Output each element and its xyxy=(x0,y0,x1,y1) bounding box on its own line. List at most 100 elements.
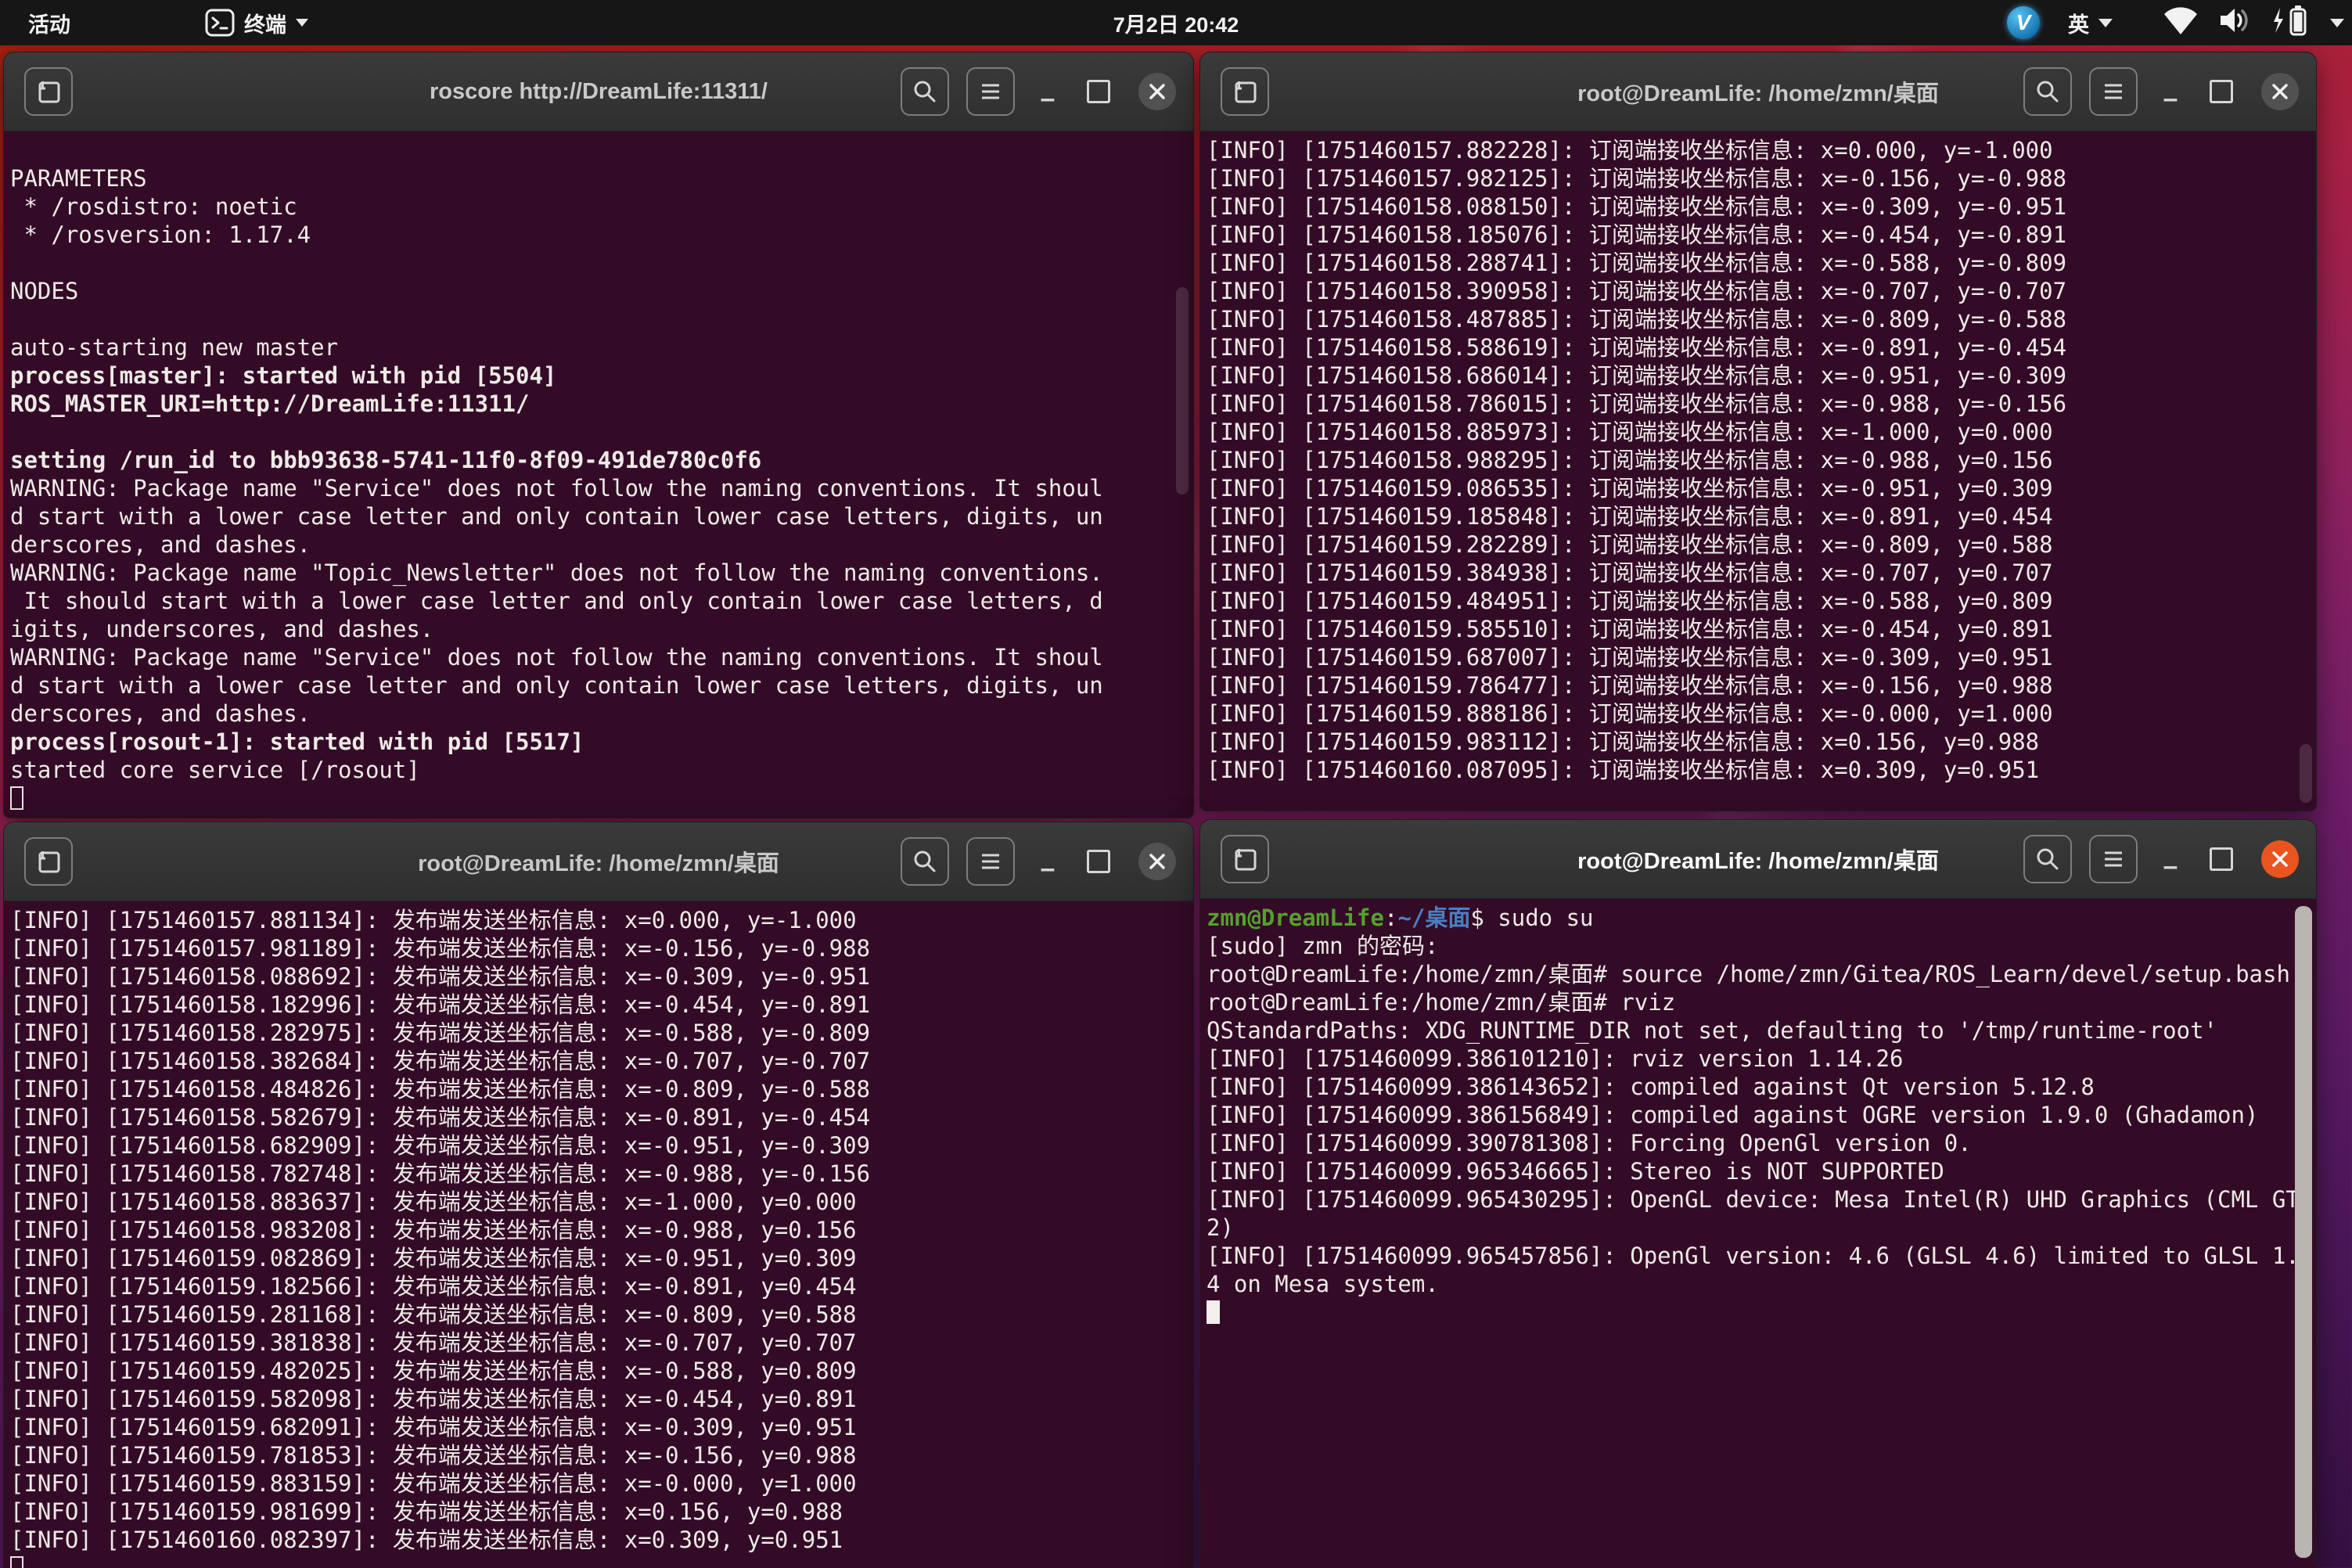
scrollbar-thumb[interactable] xyxy=(2295,906,2312,1558)
terminal-line: It should start with a lower case letter… xyxy=(10,587,1193,615)
close-button[interactable] xyxy=(1138,843,1176,880)
wifi-icon xyxy=(2163,5,2199,41)
new-tab-button[interactable] xyxy=(24,837,73,886)
terminal-line: [INFO] [1751460158.088150]: 订阅端接收坐标信息: x… xyxy=(1207,192,2316,221)
search-button[interactable] xyxy=(901,67,949,116)
terminal-cursor xyxy=(10,786,23,810)
v2ray-tray-icon[interactable]: V xyxy=(2007,6,2040,39)
terminal-output[interactable]: zmn@DreamLife:~/桌面$ sudo su[sudo] zmn 的密… xyxy=(1200,899,2316,1568)
input-method-indicator[interactable]: 英 xyxy=(2068,8,2113,38)
terminal-line xyxy=(10,418,1193,446)
terminal-output[interactable]: [INFO] [1751460157.881134]: 发布端发送坐标信息: x… xyxy=(4,901,1193,1568)
terminal-line: [INFO] [1751460159.582098]: 发布端发送坐标信息: x… xyxy=(10,1385,1193,1413)
terminal-line: derscores, and dashes. xyxy=(10,530,1193,559)
terminal-app-icon xyxy=(205,8,235,38)
terminal-line: [INFO] [1751460158.885973]: 订阅端接收坐标信息: x… xyxy=(1207,418,2316,446)
terminal-line: [INFO] [1751460159.981699]: 发布端发送坐标信息: x… xyxy=(10,1498,1193,1526)
terminal-line: [INFO] [1751460099.386156849]: compiled … xyxy=(1207,1101,2316,1129)
volume-icon xyxy=(2217,5,2252,41)
titlebar[interactable]: root@DreamLife: /home/zmn/桌面 – xyxy=(1200,820,2316,899)
minimize-button[interactable]: – xyxy=(2155,77,2186,106)
terminal-line: auto-starting new master xyxy=(10,333,1193,361)
terminal-line: [INFO] [1751460159.182566]: 发布端发送坐标信息: x… xyxy=(10,1272,1193,1300)
activities-button[interactable]: 活动 xyxy=(20,8,78,38)
terminal-line: [INFO] [1751460160.082397]: 发布端发送坐标信息: x… xyxy=(10,1526,1193,1554)
new-tab-button[interactable] xyxy=(24,67,73,116)
terminal-line: [INFO] [1751460159.786477]: 订阅端接收坐标信息: x… xyxy=(1207,671,2316,699)
terminal-line: [INFO] [1751460099.386101210]: rviz vers… xyxy=(1207,1045,2316,1073)
window-title: roscore http://DreamLife:11311/ xyxy=(430,79,768,105)
terminal-line: [INFO] [1751460159.682091]: 发布端发送坐标信息: x… xyxy=(10,1413,1193,1441)
terminal-line: [INFO] [1751460099.965430295]: OpenGL de… xyxy=(1207,1185,2316,1214)
terminal-line: [INFO] [1751460158.782748]: 发布端发送坐标信息: x… xyxy=(10,1160,1193,1188)
terminal-line: ROS_MASTER_URI=http://DreamLife:11311/ xyxy=(10,390,1193,418)
minimize-button[interactable]: – xyxy=(1032,847,1063,876)
close-button[interactable] xyxy=(1138,73,1176,110)
terminal-line xyxy=(10,1554,1193,1568)
terminal-line: 2) xyxy=(1207,1214,2316,1242)
terminal-line: [INFO] [1751460158.185076]: 订阅端接收坐标信息: x… xyxy=(1207,221,2316,249)
terminal-line: [INFO] [1751460158.682909]: 发布端发送坐标信息: x… xyxy=(10,1131,1193,1160)
minimize-button[interactable]: – xyxy=(2155,844,2186,874)
maximize-button[interactable] xyxy=(1087,850,1110,873)
terminal-line xyxy=(10,784,1193,812)
terminal-output[interactable]: PARAMETERS * /rosdistro: noetic * /rosve… xyxy=(4,131,1193,818)
maximize-button[interactable] xyxy=(2210,80,2233,103)
terminal-line: [INFO] [1751460159.185848]: 订阅端接收坐标信息: x… xyxy=(1207,502,2316,530)
terminal-line: QStandardPaths: XDG_RUNTIME_DIR not set,… xyxy=(1207,1016,2316,1045)
titlebar[interactable]: roscore http://DreamLife:11311/ – xyxy=(4,52,1193,131)
terminal-line: d start with a lower case letter and onl… xyxy=(10,671,1193,699)
scrollbar-thumb[interactable] xyxy=(1176,287,1189,494)
terminal-line: [INFO] [1751460158.686014]: 订阅端接收坐标信息: x… xyxy=(1207,361,2316,390)
new-tab-button[interactable] xyxy=(1221,835,1269,883)
terminal-line: [INFO] [1751460159.281168]: 发布端发送坐标信息: x… xyxy=(10,1300,1193,1329)
terminal-line: [INFO] [1751460159.687007]: 订阅端接收坐标信息: x… xyxy=(1207,643,2316,671)
terminal-line: * /rosdistro: noetic xyxy=(10,192,1193,221)
terminal-line: [INFO] [1751460158.582679]: 发布端发送坐标信息: x… xyxy=(10,1103,1193,1131)
maximize-button[interactable] xyxy=(1087,80,1110,103)
close-button[interactable] xyxy=(2261,73,2299,110)
system-status-area[interactable] xyxy=(2163,3,2344,43)
terminal-line: [INFO] [1751460099.390781308]: Forcing O… xyxy=(1207,1129,2316,1157)
minimize-button[interactable]: – xyxy=(1032,77,1063,106)
terminal-line: [INFO] [1751460159.883159]: 发布端发送坐标信息: x… xyxy=(10,1469,1193,1498)
window-roscore: roscore http://DreamLife:11311/ – xyxy=(3,52,1194,818)
terminal-line: [INFO] [1751460158.883637]: 发布端发送坐标信息: x… xyxy=(10,1188,1193,1216)
window-title: root@DreamLife: /home/zmn/桌面 xyxy=(1577,75,1939,108)
menu-button[interactable] xyxy=(966,837,1015,886)
terminal-line: WARNING: Package name "Service" does not… xyxy=(10,474,1193,502)
terminal-line: [INFO] [1751460159.585510]: 订阅端接收坐标信息: x… xyxy=(1207,615,2316,643)
terminal-line: [INFO] [1751460159.482025]: 发布端发送坐标信息: x… xyxy=(10,1357,1193,1385)
terminal-line: PARAMETERS xyxy=(10,164,1193,192)
search-button[interactable] xyxy=(901,837,949,886)
titlebar[interactable]: root@DreamLife: /home/zmn/桌面 – xyxy=(1200,52,2316,131)
chevron-down-icon xyxy=(296,19,308,27)
maximize-button[interactable] xyxy=(2210,847,2233,871)
new-tab-button[interactable] xyxy=(1221,67,1269,116)
search-button[interactable] xyxy=(2023,67,2072,116)
app-menu-terminal[interactable]: 终端 xyxy=(205,8,308,38)
terminal-line: [INFO] [1751460158.390958]: 订阅端接收坐标信息: x… xyxy=(1207,277,2316,305)
terminal-cursor xyxy=(1207,1300,1220,1324)
terminal-line: [INFO] [1751460158.182996]: 发布端发送坐标信息: x… xyxy=(10,991,1193,1019)
terminal-output[interactable]: [INFO] [1751460157.882228]: 订阅端接收坐标信息: x… xyxy=(1200,131,2316,811)
terminal-line: derscores, and dashes. xyxy=(10,699,1193,728)
terminal-line: [INFO] [1751460158.988295]: 订阅端接收坐标信息: x… xyxy=(1207,446,2316,474)
terminal-line: [INFO] [1751460158.382684]: 发布端发送坐标信息: x… xyxy=(10,1047,1193,1075)
titlebar[interactable]: root@DreamLife: /home/zmn/桌面 – xyxy=(4,822,1193,901)
clock[interactable]: 7月2日 20:42 xyxy=(1113,0,1239,45)
terminal-line: started core service [/rosout] xyxy=(10,756,1193,784)
menu-button[interactable] xyxy=(2089,835,2138,883)
terminal-line xyxy=(1207,1298,2316,1326)
menu-button[interactable] xyxy=(2089,67,2138,116)
search-button[interactable] xyxy=(2023,835,2072,883)
terminal-line xyxy=(10,305,1193,333)
terminal-line: process[master]: started with pid [5504] xyxy=(10,361,1193,390)
menu-button[interactable] xyxy=(966,67,1015,116)
terminal-line: NODES xyxy=(10,277,1193,305)
close-button[interactable] xyxy=(2261,840,2299,878)
battery-charging-icon xyxy=(2271,3,2311,43)
scrollbar-thumb[interactable] xyxy=(2300,744,2312,803)
terminal-line: [INFO] [1751460158.484826]: 发布端发送坐标信息: x… xyxy=(10,1075,1193,1103)
terminal-line: [INFO] [1751460159.381838]: 发布端发送坐标信息: x… xyxy=(10,1329,1193,1357)
